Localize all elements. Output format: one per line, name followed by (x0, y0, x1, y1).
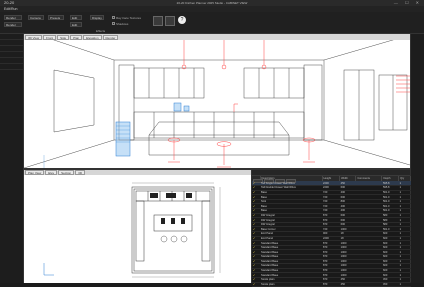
right-panel (410, 34, 424, 283)
edit-option-button[interactable]: Edit (70, 22, 82, 27)
tab-elevation[interactable]: Elevation (83, 34, 102, 40)
help-icon[interactable]: ? (178, 16, 186, 24)
3d-viewport[interactable]: 3D View Front Side Plan Elevation Render (24, 34, 410, 168)
plan-view[interactable]: Plan View Elev Section 3D (24, 170, 251, 283)
ribbon: Render Studio Render Camera Presets Edit… (0, 12, 424, 34)
snapshot-icon[interactable] (165, 16, 175, 26)
tab-plan[interactable]: Plan (70, 34, 83, 40)
tab-side[interactable]: Side (57, 34, 70, 40)
tab-elev[interactable]: Elev (45, 170, 58, 175)
tab-front[interactable]: Front (43, 34, 57, 40)
tab-render[interactable]: Render (102, 34, 119, 40)
render-studio-button[interactable]: Render Studio (4, 15, 22, 25)
shadows-label: Shadows (116, 22, 129, 26)
ray-trace-checkbox[interactable] (112, 16, 115, 19)
tab-plan-view[interactable]: Plan View (25, 170, 45, 175)
effects-group-label: Effects (96, 29, 106, 33)
ray-trace-label: Ray trace Textures (116, 16, 141, 20)
tab-3d-view[interactable]: 3D View (25, 34, 43, 40)
tab-3d[interactable]: 3D (75, 170, 85, 175)
shadows-checkbox[interactable] (112, 22, 115, 25)
left-panel-row[interactable] (0, 64, 23, 70)
presets-button[interactable]: Presets (48, 15, 64, 20)
tab-section[interactable]: Section (58, 170, 75, 175)
camera-button[interactable]: Camera (28, 15, 44, 20)
render-button[interactable]: Render (4, 22, 22, 27)
cabinet-grid: Description Height Width Comments Depth … (251, 170, 411, 287)
render-preview-icon[interactable] (153, 16, 163, 26)
menu-item-edit-run[interactable]: Edit/Run (4, 7, 17, 11)
left-panel (0, 34, 24, 283)
cabinet-table: Description Height Width Comments Depth … (252, 176, 411, 287)
display-button[interactable]: Display (90, 15, 104, 20)
edit-button[interactable]: Edit (70, 15, 82, 20)
kitchen-wireframe (24, 40, 410, 168)
floor-plan-drawing (43, 182, 221, 278)
